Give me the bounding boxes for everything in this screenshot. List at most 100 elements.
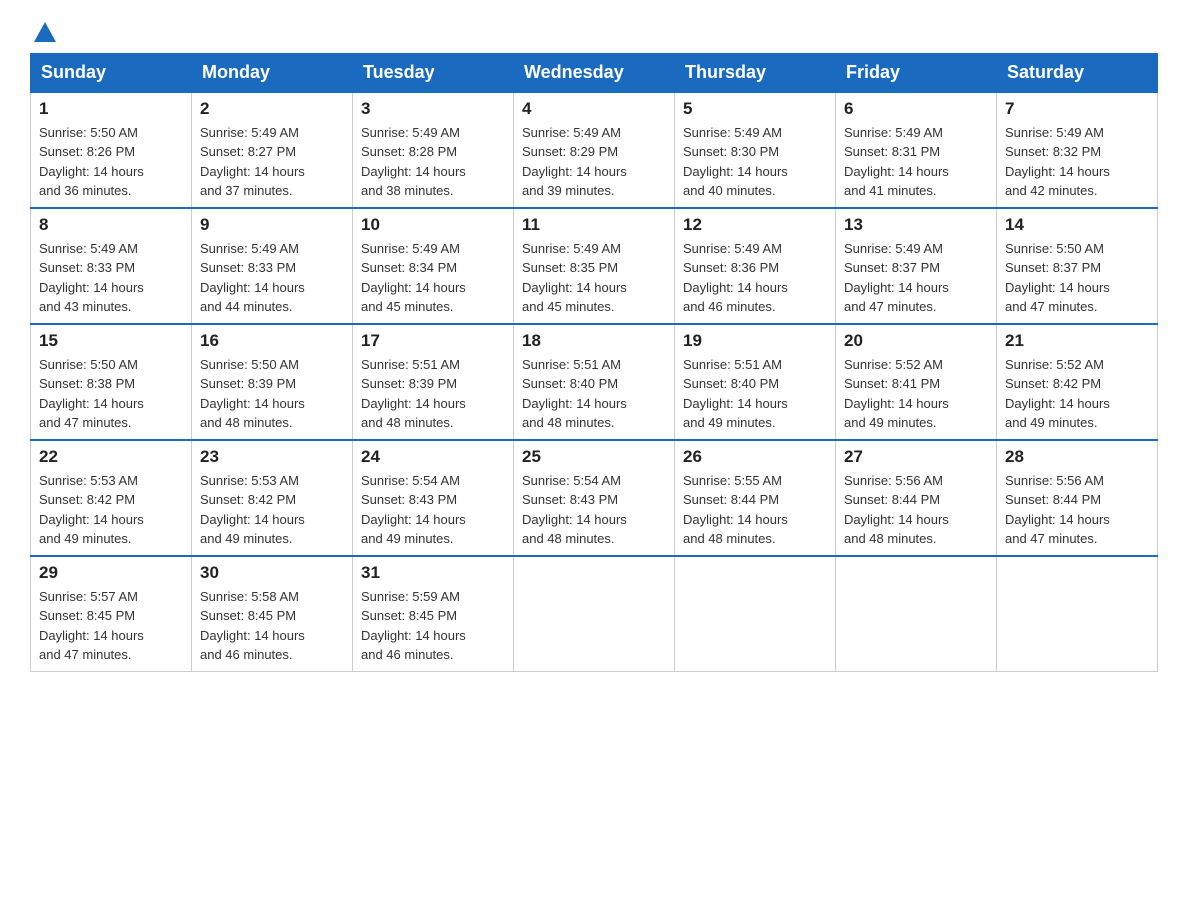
- day-info: Sunrise: 5:51 AMSunset: 8:40 PMDaylight:…: [522, 355, 666, 433]
- calendar-cell: 2 Sunrise: 5:49 AMSunset: 8:27 PMDaylight…: [192, 92, 353, 208]
- day-info: Sunrise: 5:52 AMSunset: 8:42 PMDaylight:…: [1005, 355, 1149, 433]
- day-number: 16: [200, 331, 344, 351]
- calendar-cell: 22Sunrise: 5:53 AMSunset: 8:42 PMDayligh…: [31, 440, 192, 556]
- calendar-cell: 25 Sunrise: 5:54 AMSunset: 8:43 PMDayligh…: [514, 440, 675, 556]
- calendar-cell: 15 Sunrise: 5:50 AMSunset: 8:38 PMDayligh…: [31, 324, 192, 440]
- day-number: 27: [844, 447, 988, 467]
- day-number: 31: [361, 563, 505, 583]
- day-number: 10: [361, 215, 505, 235]
- day-number: 4: [522, 99, 666, 119]
- calendar-header-saturday: Saturday: [997, 53, 1158, 92]
- day-info: Sunrise: 5:56 AMSunset: 8:44 PMDaylight:…: [844, 471, 988, 549]
- calendar-week-row: 29 Sunrise: 5:57 AMSunset: 8:45 PMDayligh…: [31, 556, 1158, 672]
- day-number: 29: [39, 563, 183, 583]
- day-number: 12: [683, 215, 827, 235]
- calendar-cell: 21 Sunrise: 5:52 AMSunset: 8:42 PMDayligh…: [997, 324, 1158, 440]
- calendar-header-friday: Friday: [836, 53, 997, 92]
- calendar-header-monday: Monday: [192, 53, 353, 92]
- calendar-cell: 30Sunrise: 5:58 AMSunset: 8:45 PMDayligh…: [192, 556, 353, 672]
- day-number: 8: [39, 215, 183, 235]
- calendar-cell: 11 Sunrise: 5:49 AMSunset: 8:35 PMDayligh…: [514, 208, 675, 324]
- calendar-cell: 29 Sunrise: 5:57 AMSunset: 8:45 PMDayligh…: [31, 556, 192, 672]
- day-number: 5: [683, 99, 827, 119]
- day-number: 13: [844, 215, 988, 235]
- calendar-header-tuesday: Tuesday: [353, 53, 514, 92]
- calendar-cell: 31 Sunrise: 5:59 AMSunset: 8:45 PMDayligh…: [353, 556, 514, 672]
- calendar-cell: 28 Sunrise: 5:56 AMSunset: 8:44 PMDayligh…: [997, 440, 1158, 556]
- day-number: 19: [683, 331, 827, 351]
- calendar-header-row: SundayMondayTuesdayWednesdayThursdayFrid…: [31, 53, 1158, 92]
- day-number: 25: [522, 447, 666, 467]
- day-number: 28: [1005, 447, 1149, 467]
- day-info: Sunrise: 5:49 AMSunset: 8:36 PMDaylight:…: [683, 239, 827, 317]
- calendar-cell: 9 Sunrise: 5:49 AMSunset: 8:33 PMDaylight…: [192, 208, 353, 324]
- day-info: Sunrise: 5:49 AMSunset: 8:35 PMDaylight:…: [522, 239, 666, 317]
- day-info: Sunrise: 5:50 AMSunset: 8:37 PMDaylight:…: [1005, 239, 1149, 317]
- day-info: Sunrise: 5:49 AMSunset: 8:29 PMDaylight:…: [522, 123, 666, 201]
- calendar-cell: 16 Sunrise: 5:50 AMSunset: 8:39 PMDayligh…: [192, 324, 353, 440]
- calendar-cell: 27 Sunrise: 5:56 AMSunset: 8:44 PMDayligh…: [836, 440, 997, 556]
- day-info: Sunrise: 5:50 AMSunset: 8:38 PMDaylight:…: [39, 355, 183, 433]
- day-number: 11: [522, 215, 666, 235]
- calendar-cell: 23 Sunrise: 5:53 AMSunset: 8:42 PMDayligh…: [192, 440, 353, 556]
- day-number: 23: [200, 447, 344, 467]
- day-number: 2: [200, 99, 344, 119]
- day-number: 18: [522, 331, 666, 351]
- day-info: Sunrise: 5:49 AMSunset: 8:28 PMDaylight:…: [361, 123, 505, 201]
- calendar-cell: 3 Sunrise: 5:49 AMSunset: 8:28 PMDaylight…: [353, 92, 514, 208]
- day-info: Sunrise: 5:54 AMSunset: 8:43 PMDaylight:…: [522, 471, 666, 549]
- day-number: 22: [39, 447, 183, 467]
- calendar-week-row: 15 Sunrise: 5:50 AMSunset: 8:38 PMDayligh…: [31, 324, 1158, 440]
- calendar-cell: 1 Sunrise: 5:50 AMSunset: 8:26 PMDaylight…: [31, 92, 192, 208]
- day-number: 9: [200, 215, 344, 235]
- day-number: 21: [1005, 331, 1149, 351]
- page-header: [30, 20, 1158, 43]
- day-info: Sunrise: 5:59 AMSunset: 8:45 PMDaylight:…: [361, 587, 505, 665]
- calendar-header-wednesday: Wednesday: [514, 53, 675, 92]
- day-info: Sunrise: 5:49 AMSunset: 8:33 PMDaylight:…: [39, 239, 183, 317]
- day-info: Sunrise: 5:56 AMSunset: 8:44 PMDaylight:…: [1005, 471, 1149, 549]
- day-number: 1: [39, 99, 183, 119]
- calendar-cell: 12 Sunrise: 5:49 AMSunset: 8:36 PMDayligh…: [675, 208, 836, 324]
- day-info: Sunrise: 5:49 AMSunset: 8:34 PMDaylight:…: [361, 239, 505, 317]
- calendar-week-row: 8 Sunrise: 5:49 AMSunset: 8:33 PMDaylight…: [31, 208, 1158, 324]
- day-info: Sunrise: 5:54 AMSunset: 8:43 PMDaylight:…: [361, 471, 505, 549]
- calendar-cell: 20 Sunrise: 5:52 AMSunset: 8:41 PMDayligh…: [836, 324, 997, 440]
- day-info: Sunrise: 5:57 AMSunset: 8:45 PMDaylight:…: [39, 587, 183, 665]
- day-info: Sunrise: 5:52 AMSunset: 8:41 PMDaylight:…: [844, 355, 988, 433]
- day-info: Sunrise: 5:53 AMSunset: 8:42 PMDaylight:…: [200, 471, 344, 549]
- day-number: 20: [844, 331, 988, 351]
- calendar-cell: 24 Sunrise: 5:54 AMSunset: 8:43 PMDayligh…: [353, 440, 514, 556]
- calendar-cell: [997, 556, 1158, 672]
- day-number: 24: [361, 447, 505, 467]
- day-info: Sunrise: 5:49 AMSunset: 8:30 PMDaylight:…: [683, 123, 827, 201]
- day-number: 3: [361, 99, 505, 119]
- day-info: Sunrise: 5:49 AMSunset: 8:32 PMDaylight:…: [1005, 123, 1149, 201]
- calendar-cell: 8 Sunrise: 5:49 AMSunset: 8:33 PMDaylight…: [31, 208, 192, 324]
- calendar-header-thursday: Thursday: [675, 53, 836, 92]
- day-info: Sunrise: 5:50 AMSunset: 8:26 PMDaylight:…: [39, 123, 183, 201]
- day-number: 7: [1005, 99, 1149, 119]
- day-info: Sunrise: 5:51 AMSunset: 8:39 PMDaylight:…: [361, 355, 505, 433]
- day-number: 26: [683, 447, 827, 467]
- calendar-cell: 7 Sunrise: 5:49 AMSunset: 8:32 PMDaylight…: [997, 92, 1158, 208]
- day-info: Sunrise: 5:50 AMSunset: 8:39 PMDaylight:…: [200, 355, 344, 433]
- day-number: 15: [39, 331, 183, 351]
- day-info: Sunrise: 5:49 AMSunset: 8:37 PMDaylight:…: [844, 239, 988, 317]
- day-info: Sunrise: 5:49 AMSunset: 8:33 PMDaylight:…: [200, 239, 344, 317]
- calendar-cell: [675, 556, 836, 672]
- day-info: Sunrise: 5:51 AMSunset: 8:40 PMDaylight:…: [683, 355, 827, 433]
- day-info: Sunrise: 5:49 AMSunset: 8:31 PMDaylight:…: [844, 123, 988, 201]
- day-info: Sunrise: 5:55 AMSunset: 8:44 PMDaylight:…: [683, 471, 827, 549]
- calendar-cell: 26 Sunrise: 5:55 AMSunset: 8:44 PMDayligh…: [675, 440, 836, 556]
- calendar-cell: 13 Sunrise: 5:49 AMSunset: 8:37 PMDayligh…: [836, 208, 997, 324]
- calendar-header-sunday: Sunday: [31, 53, 192, 92]
- logo: [30, 20, 56, 43]
- logo-triangle-icon: [34, 22, 56, 42]
- calendar-week-row: 1 Sunrise: 5:50 AMSunset: 8:26 PMDaylight…: [31, 92, 1158, 208]
- calendar-cell: 17Sunrise: 5:51 AMSunset: 8:39 PMDayligh…: [353, 324, 514, 440]
- calendar-cell: 6Sunrise: 5:49 AMSunset: 8:31 PMDaylight…: [836, 92, 997, 208]
- day-info: Sunrise: 5:49 AMSunset: 8:27 PMDaylight:…: [200, 123, 344, 201]
- calendar-cell: [514, 556, 675, 672]
- day-number: 30: [200, 563, 344, 583]
